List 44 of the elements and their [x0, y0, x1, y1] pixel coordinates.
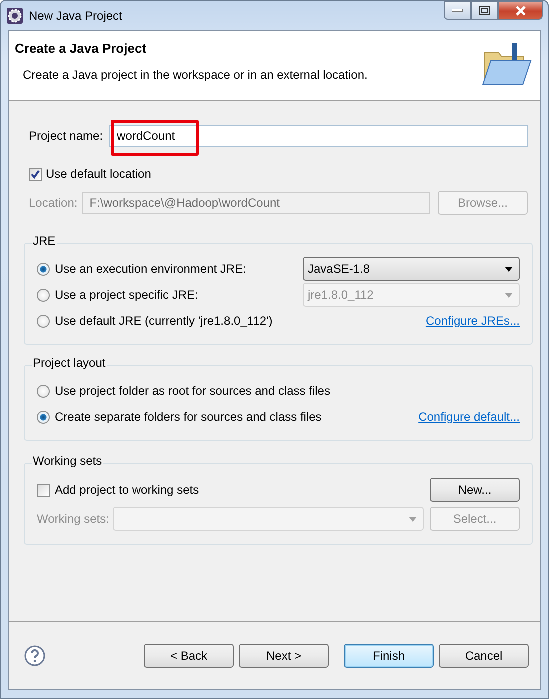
- project-name-field[interactable]: wordCount: [109, 125, 528, 147]
- checkbox[interactable]: [37, 484, 50, 496]
- group-title: Project layout: [33, 356, 106, 370]
- radio-label: Use an execution environment JRE:: [55, 262, 246, 276]
- maximize-icon: [479, 6, 490, 15]
- dialog-button[interactable]: Cancel: [439, 644, 529, 668]
- page-title: Create a Java Project: [15, 41, 148, 56]
- radio-button[interactable]: [37, 410, 50, 424]
- radio-button[interactable]: [37, 314, 50, 328]
- radio-label: Use a project specific JRE:: [55, 288, 198, 302]
- configure-link[interactable]: Configure default...: [418, 410, 520, 424]
- minimize-icon: [452, 9, 463, 12]
- radio-button[interactable]: [37, 384, 50, 398]
- field-label: Location:: [29, 196, 78, 210]
- radio-label: Use project folder as root for sources and class files: [55, 384, 330, 398]
- caret-icon: [505, 266, 513, 272]
- checkbox-label: Use default location: [46, 167, 152, 181]
- field-label: Project name:: [29, 129, 104, 143]
- caret-icon: [409, 516, 417, 522]
- page-description: Create a Java project in the workspace or in an external location.: [23, 68, 369, 82]
- configure-link[interactable]: Configure JREs...: [426, 314, 520, 328]
- close-button[interactable]: [498, 1, 543, 20]
- dialog-button[interactable]: Next >: [239, 644, 329, 668]
- checkbox-label: Add project to working sets: [55, 483, 200, 497]
- maximize-button[interactable]: [471, 1, 498, 20]
- gear-icon: [7, 8, 23, 24]
- caret-icon: [505, 292, 513, 298]
- radio-button[interactable]: [37, 288, 50, 302]
- radio-button[interactable]: [37, 262, 50, 276]
- group-title: Working sets: [33, 454, 102, 468]
- radio-label: Create separate folders for sources and class files: [55, 410, 322, 424]
- checkbox[interactable]: [29, 168, 42, 180]
- location-field[interactable]: F:\workspace\@Hadoop\wordCount: [82, 192, 430, 214]
- dialog-button[interactable]: Finish: [344, 644, 434, 668]
- minimize-button[interactable]: [444, 1, 471, 20]
- radio-label: Use default JRE (currently 'jre1.8.0_112'): [55, 314, 273, 328]
- close-icon: [514, 6, 526, 16]
- help-icon: [24, 644, 46, 666]
- window-title: New Java Project: [29, 8, 122, 22]
- jre-dropdown[interactable]: JavaSE-1.8: [303, 257, 520, 281]
- dialog-button[interactable]: < Back: [144, 644, 234, 668]
- new-button[interactable]: New...: [430, 478, 520, 502]
- field-label: Working sets:: [37, 512, 110, 526]
- group-title: JRE: [33, 234, 56, 248]
